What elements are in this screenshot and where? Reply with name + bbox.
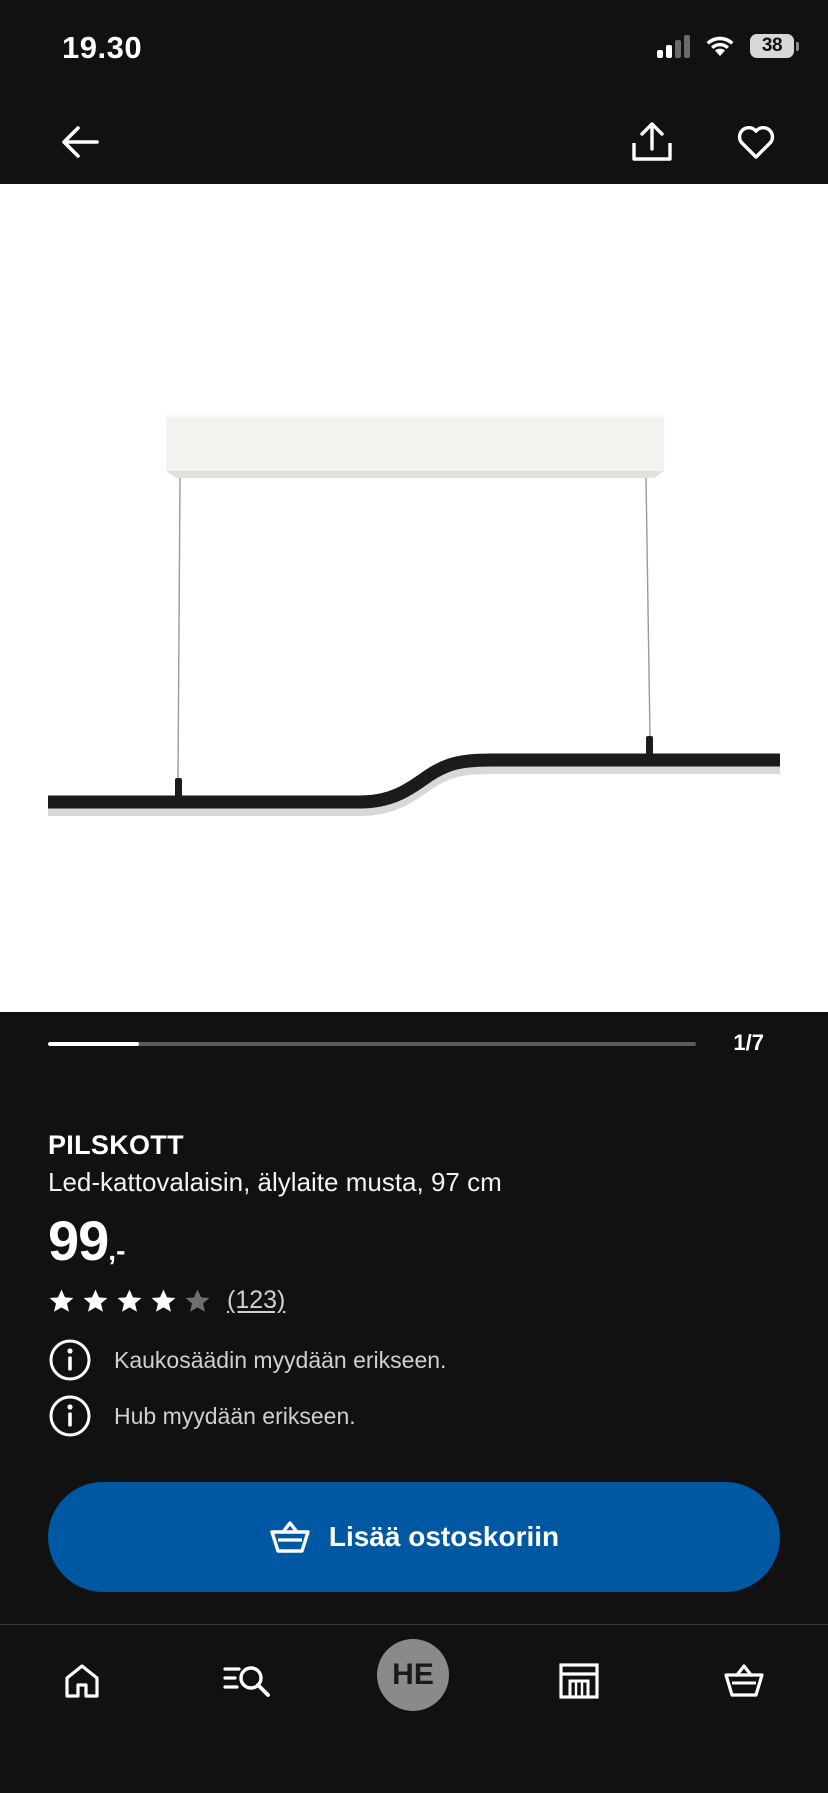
info-icon	[49, 1339, 91, 1381]
star-rating	[48, 1288, 211, 1314]
status-icons: 38	[657, 34, 799, 58]
home-icon	[65, 1664, 99, 1698]
price-integer: 99	[48, 1209, 109, 1272]
info-note-hub[interactable]: Hub myydään erikseen.	[48, 1394, 356, 1438]
share-button[interactable]	[624, 114, 680, 170]
basket-icon	[270, 1521, 310, 1553]
star-filled-icon	[150, 1288, 177, 1314]
product-name: PILSKOTT	[48, 1130, 184, 1160]
gallery-counter: 1/7	[733, 1030, 764, 1055]
review-count-link[interactable]: (123)	[227, 1286, 285, 1315]
bottom-tab-bar: HE	[0, 1624, 828, 1793]
pendant-lamp-image	[48, 413, 780, 816]
wifi-icon	[706, 36, 734, 56]
info-note-remote[interactable]: Kaukosäädin myydään erikseen.	[48, 1338, 446, 1382]
heart-icon	[737, 126, 775, 159]
tab-profile-avatar[interactable]: HE	[377, 1639, 449, 1711]
gallery-progress-fill	[48, 1042, 139, 1046]
battery-indicator: 38	[750, 34, 799, 58]
top-nav-bar	[0, 100, 828, 184]
info-note-text: Hub myydään erikseen.	[114, 1402, 356, 1429]
back-button[interactable]	[54, 116, 106, 168]
cellular-signal-icon	[657, 34, 690, 58]
product-price: 99 ,-	[48, 1208, 125, 1273]
tab-basket[interactable]	[714, 1651, 774, 1711]
search-icon	[223, 1666, 270, 1697]
price-suffix: ,-	[108, 1235, 126, 1266]
star-filled-icon	[48, 1288, 75, 1314]
arrow-left-icon	[62, 126, 99, 158]
status-bar: 19.30 38	[0, 0, 828, 100]
add-to-cart-label: Lisää ostoskoriin	[328, 1521, 560, 1552]
tab-home[interactable]	[52, 1651, 112, 1711]
product-image[interactable]	[0, 184, 828, 1012]
share-icon	[632, 122, 672, 161]
basket-icon	[724, 1664, 764, 1697]
star-filled-icon	[116, 1288, 143, 1314]
star-filled-icon	[82, 1288, 109, 1314]
info-note-text: Kaukosäädin myydään erikseen.	[114, 1346, 447, 1373]
favorite-button[interactable]	[728, 114, 784, 170]
store-icon	[559, 1663, 599, 1699]
tab-search[interactable]	[218, 1651, 278, 1711]
add-to-cart-button[interactable]: Lisää ostoskoriin	[48, 1482, 780, 1592]
gallery-progress-bar	[48, 1042, 696, 1046]
tab-store[interactable]	[549, 1651, 609, 1711]
star-empty-icon	[184, 1288, 211, 1314]
info-icon	[49, 1395, 91, 1437]
product-description: Led-kattovalaisin, älylaite musta, 97 cm	[48, 1167, 502, 1197]
status-time: 19.30	[62, 30, 143, 65]
rating-row[interactable]: (123)	[48, 1286, 285, 1315]
